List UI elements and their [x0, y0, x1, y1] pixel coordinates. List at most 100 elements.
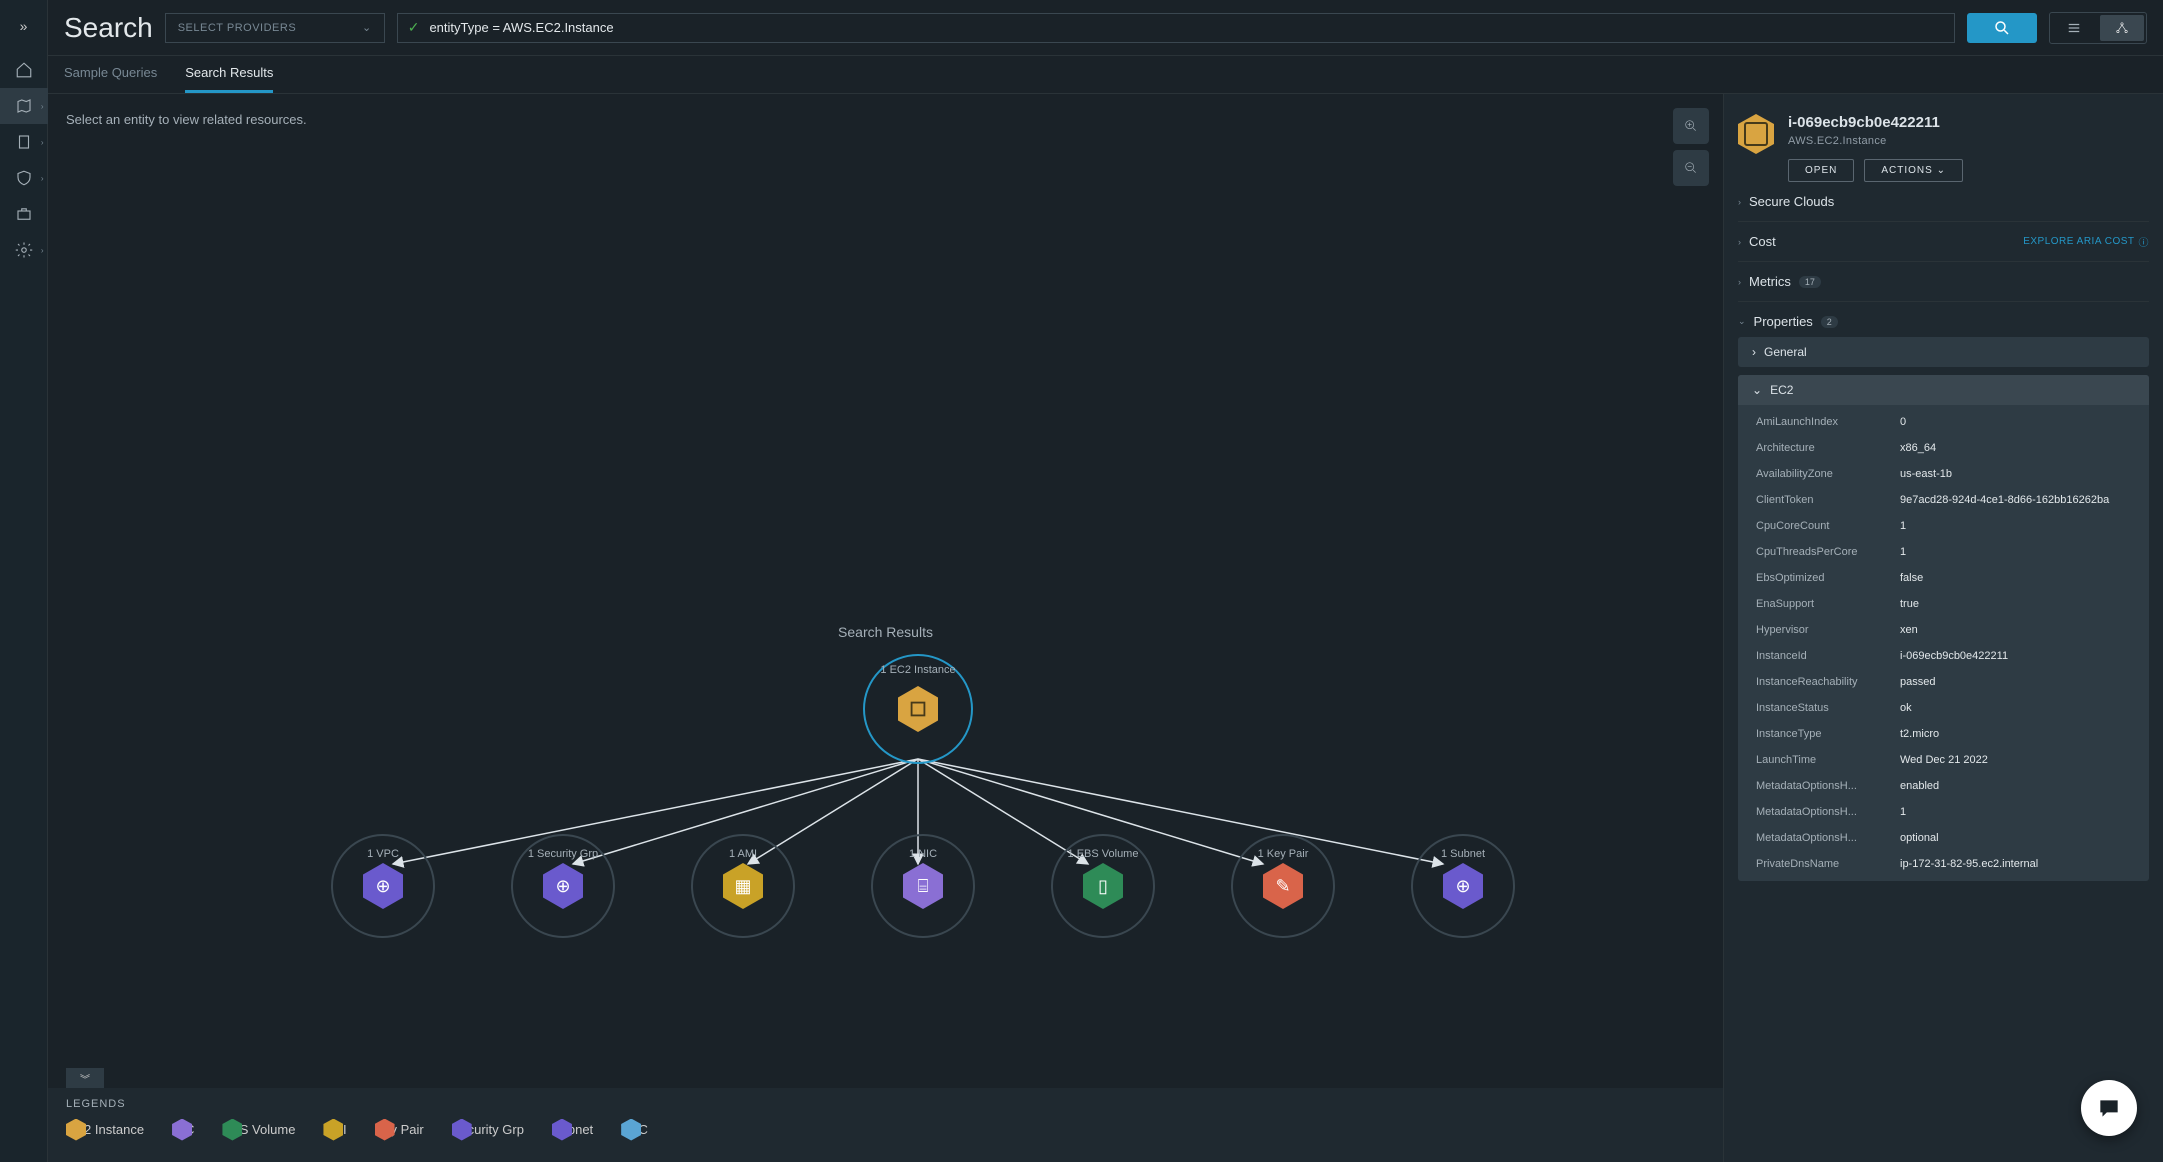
property-key: MetadataOptionsH...	[1756, 832, 1886, 844]
property-key: MetadataOptionsH...	[1756, 780, 1886, 792]
property-value: 1	[1900, 546, 1906, 558]
chevron-right-icon: ›	[1738, 237, 1741, 247]
graph-canvas[interactable]: Select an entity to view related resourc…	[48, 94, 1723, 1162]
chevron-down-icon: ⌄	[362, 21, 372, 34]
node-child[interactable]: 1 EBS Volume ▯	[1043, 834, 1163, 938]
gear-icon	[15, 241, 33, 259]
property-row: CpuCoreCount1	[1738, 513, 2149, 539]
nav-security[interactable]: ›	[0, 160, 48, 196]
property-row: EbsOptimized false	[1738, 565, 2149, 591]
section-properties: ⌄ Properties 2 › General ⌄ EC2	[1738, 302, 2149, 893]
node-child[interactable]: 1 VPC ⊕	[323, 834, 443, 938]
legend-item: Key Pair	[375, 1122, 424, 1137]
chat-icon	[2096, 1095, 2122, 1121]
legend-item: Security Grp	[452, 1122, 524, 1137]
node-child[interactable]: 1 NIC ⌸	[863, 834, 983, 938]
property-key: EnaSupport	[1756, 598, 1886, 610]
property-row: InstanceId i-069ecb9cb0e422211	[1738, 643, 2149, 669]
property-key: Hypervisor	[1756, 624, 1886, 636]
node-type-icon: ▯	[1098, 876, 1108, 897]
tab-search-results[interactable]: Search Results	[185, 55, 273, 93]
details-subtitle: AWS.EC2.Instance	[1788, 135, 2149, 147]
property-value: true	[1900, 598, 1919, 610]
provider-select[interactable]: SELECT PROVIDERS ⌄	[165, 13, 385, 43]
node-child[interactable]: 1 AMI ▦	[683, 834, 803, 938]
property-key: LaunchTime	[1756, 754, 1886, 766]
node-type-icon: ⊕	[1455, 876, 1470, 897]
sidebar-expand-button[interactable]: »	[0, 8, 48, 44]
property-value: ok	[1900, 702, 1912, 714]
nav-settings[interactable]: ›	[0, 232, 48, 268]
property-value: i-069ecb9cb0e422211	[1900, 650, 2008, 662]
node-child[interactable]: 1 Key Pair ✎	[1223, 834, 1343, 938]
legends-panel: LEGENDS EC2 InstanceNICEBS VolumeAMIKey …	[48, 1088, 1723, 1162]
property-row: MetadataOptionsH...optional	[1738, 825, 2149, 851]
legends-collapse-button[interactable]: ︾	[66, 1068, 104, 1088]
view-list-button[interactable]	[2052, 15, 2096, 41]
node-type-icon: ⊕	[555, 876, 570, 897]
section-metrics[interactable]: › Metrics 17	[1738, 262, 2149, 302]
info-icon: ⓘ	[2139, 234, 2150, 249]
details-entity-icon	[1738, 114, 1774, 154]
node-type-icon: ⊕	[375, 876, 390, 897]
property-row: MetadataOptionsH...1	[1738, 799, 2149, 825]
node-type-icon: ✎	[1275, 876, 1290, 897]
property-value: t2.micro	[1900, 728, 1939, 740]
chevron-down-icon: ⌄	[1738, 316, 1746, 327]
property-key: InstanceStatus	[1756, 702, 1886, 714]
section-cost[interactable]: › Cost EXPLORE ARIA COST ⓘ	[1738, 222, 2149, 262]
graph-title: Search Results	[838, 624, 933, 640]
property-key: EbsOptimized	[1756, 572, 1886, 584]
map-icon	[15, 97, 33, 115]
property-row: InstanceStatus ok	[1738, 695, 2149, 721]
help-chat-button[interactable]	[2081, 1080, 2137, 1136]
section-properties-header[interactable]: ⌄ Properties 2	[1738, 314, 2149, 329]
subsection-general[interactable]: › General	[1738, 337, 2149, 367]
subsection-ec2-header[interactable]: ⌄ EC2	[1738, 375, 2149, 405]
property-key: AvailabilityZone	[1756, 468, 1886, 480]
nav-home[interactable]	[0, 52, 48, 88]
property-row: ClientToken9e7acd28-924d-4ce1-8d66-162bb…	[1738, 487, 2149, 513]
chevron-down-icon: ⌄	[1937, 165, 1946, 176]
property-row: LaunchTimeWed Dec 21 2022	[1738, 747, 2149, 773]
view-toggle	[2049, 12, 2147, 44]
search-button[interactable]	[1967, 13, 2037, 43]
query-input[interactable]: ✓ entityType = AWS.EC2.Instance	[397, 13, 1955, 43]
actions-button[interactable]: ACTIONS ⌄	[1864, 159, 1963, 182]
property-key: InstanceType	[1756, 728, 1886, 740]
home-icon	[15, 61, 33, 79]
open-button[interactable]: OPEN	[1788, 159, 1854, 182]
property-value: false	[1900, 572, 1923, 584]
legends-title: LEGENDS	[66, 1098, 1705, 1110]
section-secure-clouds[interactable]: › Secure Clouds	[1738, 182, 2149, 222]
property-value: 0	[1900, 416, 1906, 428]
node-root-ec2[interactable]: 1 EC2 Instance	[858, 654, 978, 764]
property-value: passed	[1900, 676, 1935, 688]
details-title: i-069ecb9cb0e422211	[1788, 114, 2149, 131]
node-child[interactable]: 1 Security Grp ⊕	[503, 834, 623, 938]
shield-icon	[15, 169, 33, 187]
property-key: InstanceId	[1756, 650, 1886, 662]
node-type-icon: ⌸	[918, 876, 929, 897]
property-row: AmiLaunchIndex0	[1738, 409, 2149, 435]
details-panel: i-069ecb9cb0e422211 AWS.EC2.Instance OPE…	[1723, 94, 2163, 1162]
property-row: EnaSupport true	[1738, 591, 2149, 617]
nav-toolbox[interactable]	[0, 196, 48, 232]
clipboard-icon	[15, 133, 33, 151]
briefcase-icon	[15, 205, 33, 223]
chevron-right-icon: ›	[1752, 345, 1756, 359]
nav-search[interactable]: ›	[0, 88, 48, 124]
property-key: CpuCoreCount	[1756, 520, 1886, 532]
legend-item: VPC	[621, 1122, 648, 1137]
list-icon	[2065, 21, 2083, 35]
page-title: Search	[64, 12, 153, 44]
property-row: PrivateDnsNameip-172-31-82-95.ec2.intern…	[1738, 851, 2149, 877]
property-value: us-east-1b	[1900, 468, 1952, 480]
view-graph-button[interactable]	[2100, 15, 2144, 41]
property-key: PrivateDnsName	[1756, 858, 1886, 870]
nav-resources[interactable]: ›	[0, 124, 48, 160]
tabs: Sample Queries Search Results	[48, 56, 2163, 94]
node-child[interactable]: 1 Subnet ⊕	[1403, 834, 1523, 938]
tab-sample-queries[interactable]: Sample Queries	[64, 55, 157, 93]
explore-aria-cost-link[interactable]: EXPLORE ARIA COST ⓘ	[2023, 234, 2149, 249]
